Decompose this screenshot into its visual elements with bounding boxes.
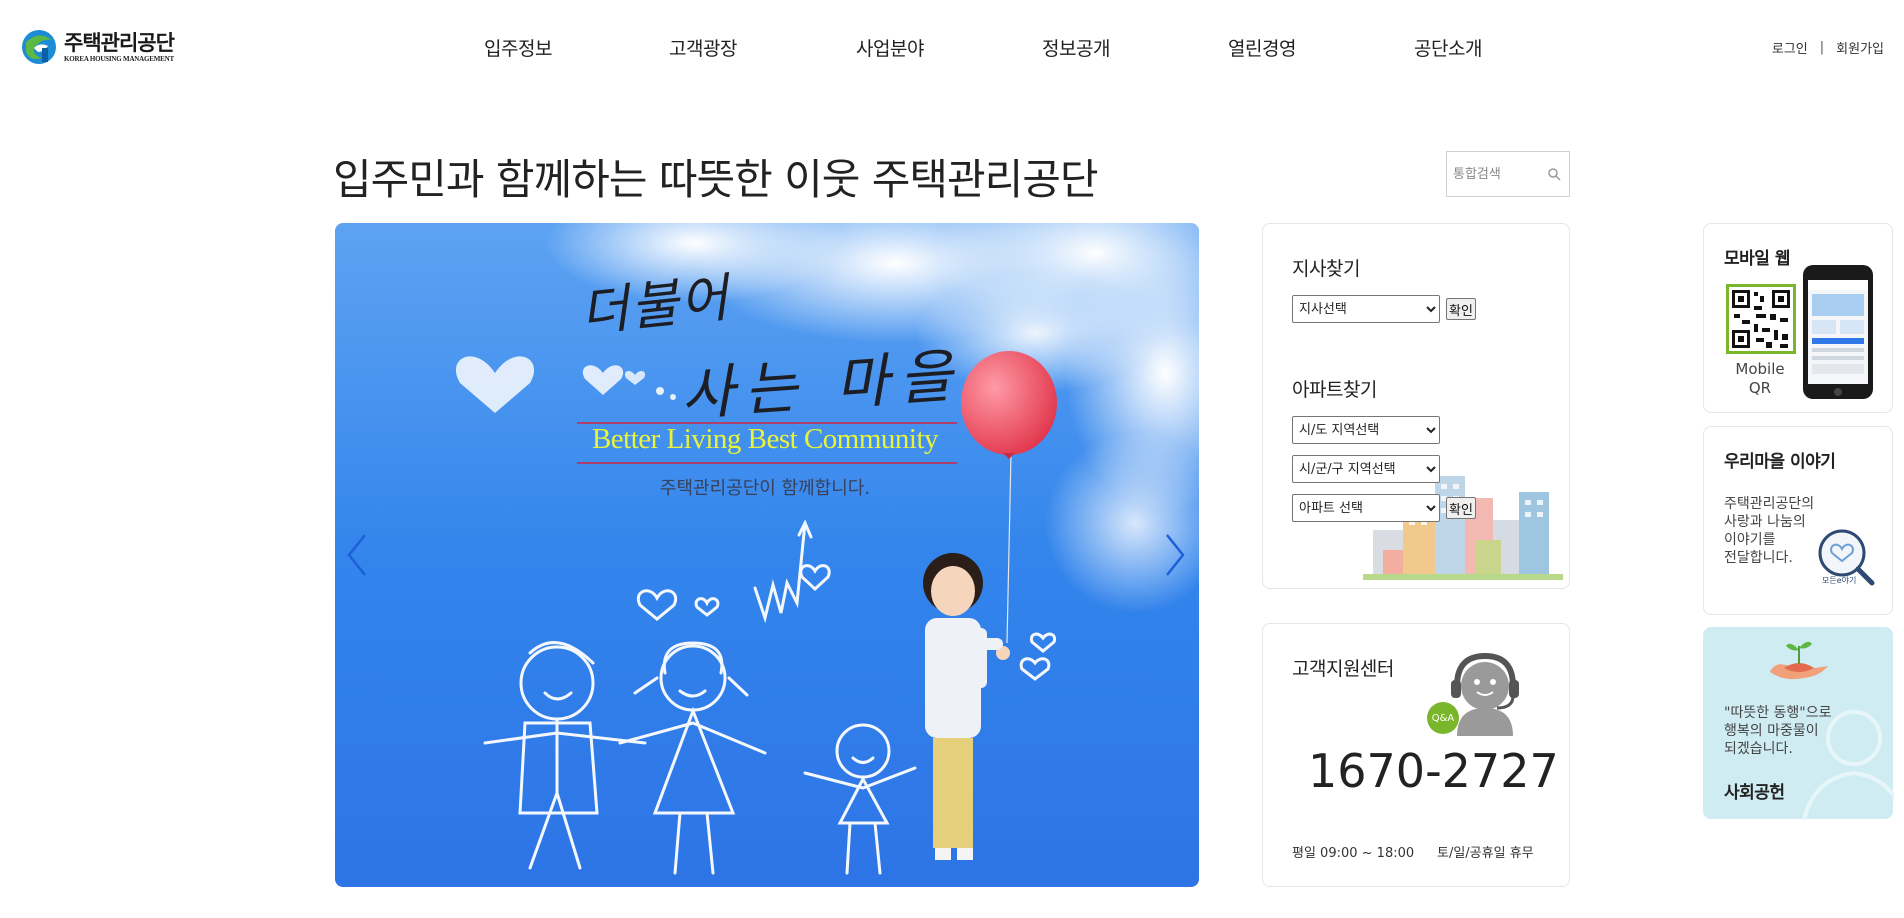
chevron-right-icon — [1166, 534, 1185, 576]
smartphone-preview-icon — [1803, 265, 1873, 399]
nav-item-about[interactable]: 공단소개 — [1414, 34, 1482, 61]
utility-menu: 로그인 | 회원가입 — [1772, 38, 1884, 57]
apartment-select[interactable]: 아파트 선택 — [1292, 494, 1440, 522]
social-title: 사회공헌 — [1724, 783, 1785, 803]
search-input[interactable] — [1453, 154, 1543, 194]
support-title: 고객지원센터 — [1292, 658, 1394, 680]
nav-item-disclosure[interactable]: 정보공개 — [1042, 34, 1110, 61]
search-icon[interactable] — [1545, 165, 1563, 183]
social-line-3: 되겠습니다. — [1724, 741, 1793, 757]
village-story-card[interactable]: 우리마을 이야기 주택관리공단의 사랑과 나눔의 이야기를 전달합니다. 모든e… — [1703, 426, 1893, 615]
sprout-hand-icon — [1770, 641, 1828, 680]
slide-illustration — [335, 223, 1199, 887]
finder-card: 지사찾기 지사선택 확인 아파트찾기 시/도 지역선택 시/군/구 지역선택 아… — [1262, 223, 1570, 589]
slider-next-button[interactable] — [1158, 530, 1192, 580]
apt-confirm-button[interactable]: 확인 — [1446, 497, 1476, 519]
nav-item-business[interactable]: 사업분야 — [856, 34, 924, 61]
nav-item-residence-info[interactable]: 입주정보 — [484, 34, 552, 61]
city-select[interactable]: 시/도 지역선택 — [1292, 416, 1440, 444]
nav-item-open-management[interactable]: 열린경영 — [1228, 34, 1296, 61]
village-story-line-2: 사랑과 나눔의 — [1724, 514, 1806, 530]
integrated-search — [1446, 151, 1570, 197]
branch-finder-title: 지사찾기 — [1292, 258, 1360, 280]
district-select[interactable]: 시/군/구 지역선택 — [1292, 455, 1440, 483]
qr-code-icon — [1726, 284, 1796, 354]
village-story-badge: 모든e야기 — [1822, 576, 1857, 585]
slide-slogan-en: Better Living Best Community — [591, 423, 939, 455]
slide-calligraphy-1: 더불어 — [577, 268, 733, 344]
main-nav: 입주정보 고객광장 사업분야 정보공개 열린경영 공단소개 — [0, 34, 1904, 64]
login-link[interactable]: 로그인 — [1772, 38, 1808, 57]
customer-support-card: 고객지원센터 Q&A 1670-2727 평일 09:00 ~ 18:00 토/… — [1262, 623, 1570, 887]
slide-slogan-ko: 주택관리공단이 함께합니다. — [659, 478, 871, 499]
nav-item-customer-plaza[interactable]: 고객광장 — [669, 34, 737, 61]
branch-select[interactable]: 지사선택 — [1292, 295, 1440, 323]
buildings-illustration — [1363, 476, 1563, 580]
holiday-notice: 토/일/공휴일 휴무 — [1437, 846, 1534, 861]
qr-label-2: QR — [1748, 379, 1772, 397]
mobile-web-card[interactable]: 모바일 웹 Mobile QR — [1703, 223, 1893, 413]
main-visual-slider: 더불어 사는 마을 Better Living Best Community 주… — [335, 223, 1199, 887]
signup-link[interactable]: 회원가입 — [1836, 38, 1884, 57]
support-phone-number: 1670-2727 — [1308, 744, 1559, 798]
site-header: 주택관리공단 KOREA HOUSING MANAGEMENT 입주정보 고객광… — [0, 0, 1904, 96]
village-story-line-3: 이야기를 — [1724, 532, 1776, 548]
page-title: 입주민과 함께하는 따뜻한 이웃 주택관리공단 — [333, 155, 1099, 204]
social-contribution-card[interactable]: "따뜻한 동행"으로 행복의 마중물이 되겠습니다. 사회공헌 — [1703, 627, 1894, 820]
weekday-hours: 평일 09:00 ~ 18:00 — [1292, 846, 1415, 861]
chevron-left-icon — [347, 534, 366, 576]
social-line-2: 행복의 마중물이 — [1724, 723, 1819, 739]
apt-finder-title: 아파트찾기 — [1292, 379, 1377, 401]
qa-badge: Q&A — [1427, 702, 1459, 734]
village-story-line-1: 주택관리공단의 — [1724, 496, 1815, 512]
village-story-title: 우리마을 이야기 — [1724, 452, 1836, 472]
social-line-1: "따뜻한 동행"으로 — [1724, 705, 1832, 721]
branch-confirm-button[interactable]: 확인 — [1446, 298, 1476, 320]
util-separator: | — [1819, 40, 1825, 55]
slider-prev-button[interactable] — [340, 530, 374, 580]
village-story-line-4: 전달합니다. — [1724, 550, 1793, 566]
qr-label-1: Mobile — [1735, 360, 1785, 378]
mobile-web-title: 모바일 웹 — [1724, 249, 1790, 269]
